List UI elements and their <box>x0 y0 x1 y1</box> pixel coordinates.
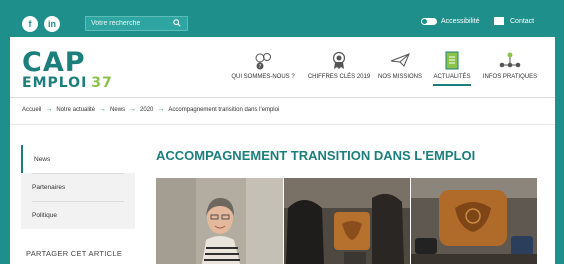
photo-leather-bag <box>411 178 537 264</box>
nav-label: INFOS PRATIQUES <box>482 74 538 80</box>
nav-label: NOS MISSIONS <box>377 74 422 80</box>
facebook-icon[interactable]: f <box>22 16 38 32</box>
page-card: CAP EMPLOI 37 ? QUI SOMMES-NOUS ? CHIFFRE… <box>10 37 555 264</box>
photo-woman <box>156 178 283 264</box>
paper-plane-icon <box>390 53 410 67</box>
share-heading: PARTAGER CET ARTICLE <box>26 249 123 258</box>
nav-nos-missions[interactable]: NOS MISSIONS <box>376 51 424 85</box>
contact-label: Contact <box>510 17 535 25</box>
nav-label: ACTUALITÉS <box>433 74 471 80</box>
breadcrumb-actualite[interactable]: Notre actualité <box>56 107 95 113</box>
people-question-icon: ? <box>255 53 271 70</box>
side-menu: News Partenaires Politique <box>21 145 135 229</box>
arrow-right-icon: → <box>129 106 137 113</box>
header-divider <box>10 97 555 98</box>
toggle-icon <box>421 18 437 25</box>
article-title: ACCOMPAGNEMENT TRANSITION DANS L'EMPLOI <box>156 148 476 163</box>
article-photos <box>156 178 537 264</box>
side-menu-politique[interactable]: Politique <box>21 201 135 229</box>
logo-emploi: EMPLOI 37 <box>22 75 113 91</box>
arrow-right-icon: → <box>157 106 165 113</box>
breadcrumb-news[interactable]: News <box>110 107 125 113</box>
logo-emploi-text: EMPLOI <box>22 75 88 91</box>
nav-actualites[interactable]: ACTUALITÉS <box>431 51 473 86</box>
contact-link[interactable]: Contact <box>494 17 534 25</box>
breadcrumb-year[interactable]: 2020 <box>140 107 153 113</box>
svg-text:?: ? <box>259 64 262 70</box>
cap-emploi-logo[interactable]: CAP EMPLOI 37 <box>22 47 113 91</box>
nav-label: CHIFFRES CLÉS 2019 <box>307 74 371 80</box>
side-menu-partenaires[interactable]: Partenaires <box>21 173 135 201</box>
breadcrumb-current: Accompagnement transition dans l'emploi <box>168 106 280 113</box>
photo-bags <box>284 178 410 264</box>
accessibility-label: Accessibilité <box>441 18 480 25</box>
side-menu-news[interactable]: News <box>21 145 135 173</box>
nav-label: QUI SOMMES-NOUS ? <box>231 74 295 80</box>
nav-chiffres-cles[interactable]: CHIFFRES CLÉS 2019 <box>304 51 374 85</box>
accessibility-toggle[interactable]: Accessibilité <box>421 18 480 25</box>
award-ribbon-icon <box>332 51 346 69</box>
breadcrumb: Accueil → Notre actualité → News → 2020 … <box>22 106 279 113</box>
network-nodes-icon <box>499 52 521 68</box>
nav-infos-pratiques[interactable]: INFOS PRATIQUES <box>480 51 540 85</box>
search-input[interactable] <box>86 20 166 27</box>
logo-cap: CAP <box>22 47 86 78</box>
document-icon <box>445 51 459 70</box>
breadcrumb-divider <box>10 124 555 125</box>
arrow-right-icon: → <box>99 106 107 113</box>
linkedin-icon[interactable]: in <box>44 16 60 32</box>
mail-icon <box>494 17 504 25</box>
logo-number: 37 <box>91 75 113 91</box>
active-indicator <box>433 84 471 86</box>
search-box <box>85 16 188 31</box>
arrow-right-icon: → <box>45 106 53 113</box>
breadcrumb-accueil[interactable]: Accueil <box>22 107 41 113</box>
nav-qui-sommes-nous[interactable]: ? QUI SOMMES-NOUS ? <box>228 51 298 85</box>
search-icon[interactable] <box>173 19 181 27</box>
